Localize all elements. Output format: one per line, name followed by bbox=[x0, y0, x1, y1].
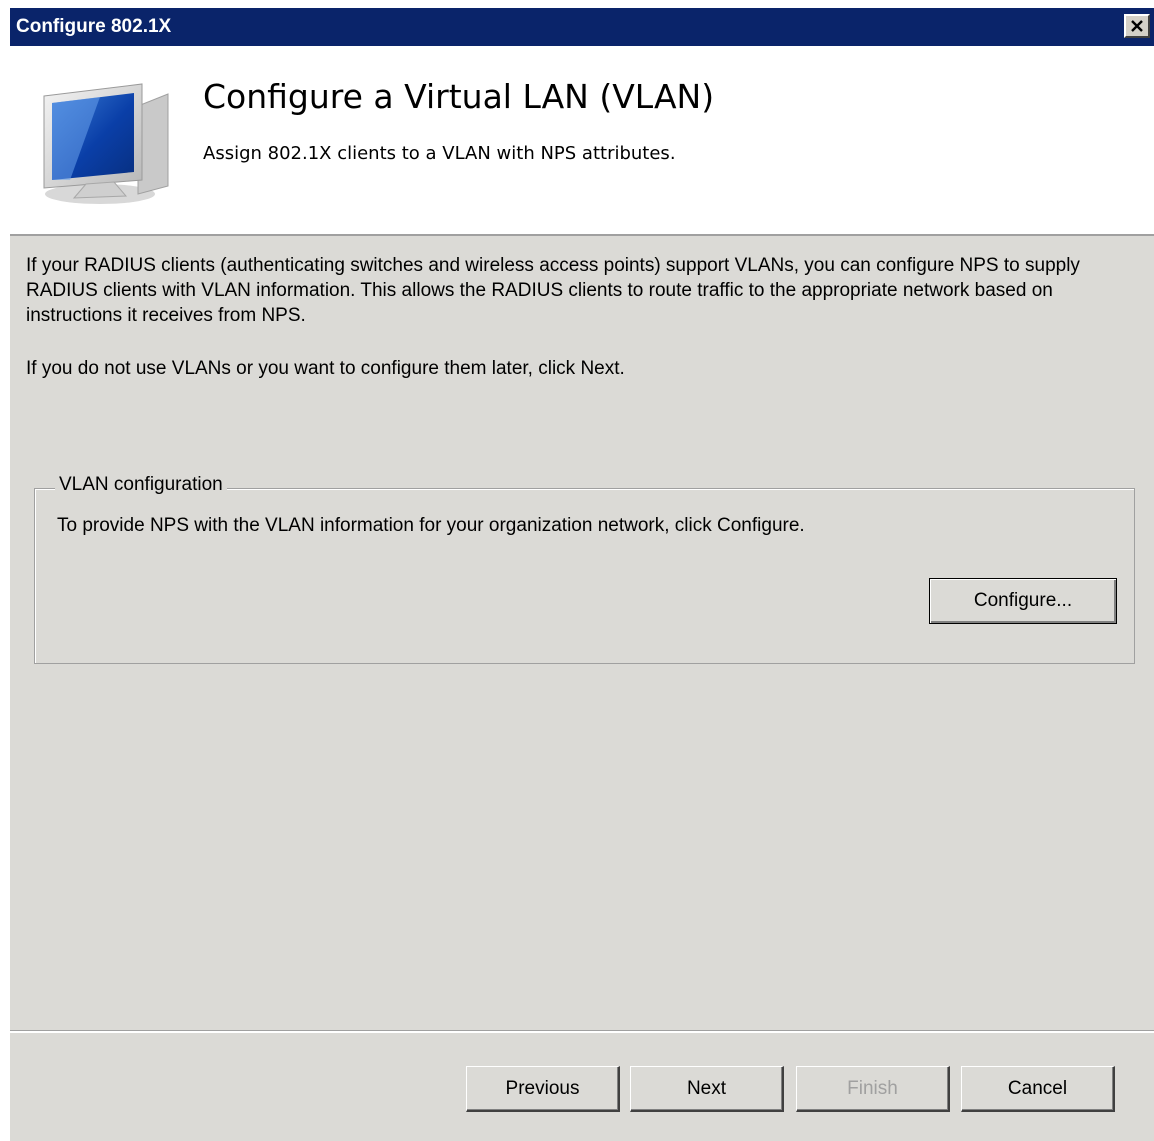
group-description: To provide NPS with the VLAN information… bbox=[57, 515, 805, 536]
title-bar[interactable]: Configure 802.1X bbox=[10, 8, 1154, 46]
wizard-header: Configure a Virtual LAN (VLAN) Assign 80… bbox=[10, 46, 1154, 236]
intro-text: If your RADIUS clients (authenticating s… bbox=[26, 255, 1080, 326]
window-title: Configure 802.1X bbox=[16, 16, 172, 37]
cancel-button[interactable]: Cancel bbox=[961, 1066, 1115, 1112]
close-icon bbox=[1131, 20, 1143, 32]
next-hint-text: If you do not use VLANs or you want to c… bbox=[26, 358, 625, 379]
page-title: Configure a Virtual LAN (VLAN) bbox=[203, 77, 715, 116]
close-button[interactable] bbox=[1124, 14, 1150, 38]
group-legend: VLAN configuration bbox=[55, 473, 227, 497]
computer-icon bbox=[43, 83, 169, 204]
next-button[interactable]: Next bbox=[630, 1066, 784, 1112]
page-subtitle: Assign 802.1X clients to a VLAN with NPS… bbox=[203, 143, 676, 164]
previous-button[interactable]: Previous bbox=[466, 1066, 620, 1112]
vlan-configuration-group: VLAN configuration To provide NPS with t… bbox=[34, 473, 1135, 664]
configure-8021x-dialog: Configure 802.1X Configure a Virtual LAN… bbox=[10, 8, 1154, 1141]
footer-separator bbox=[10, 1030, 1154, 1033]
configure-button[interactable]: Configure... bbox=[929, 578, 1117, 624]
finish-button[interactable]: Finish bbox=[796, 1066, 950, 1112]
